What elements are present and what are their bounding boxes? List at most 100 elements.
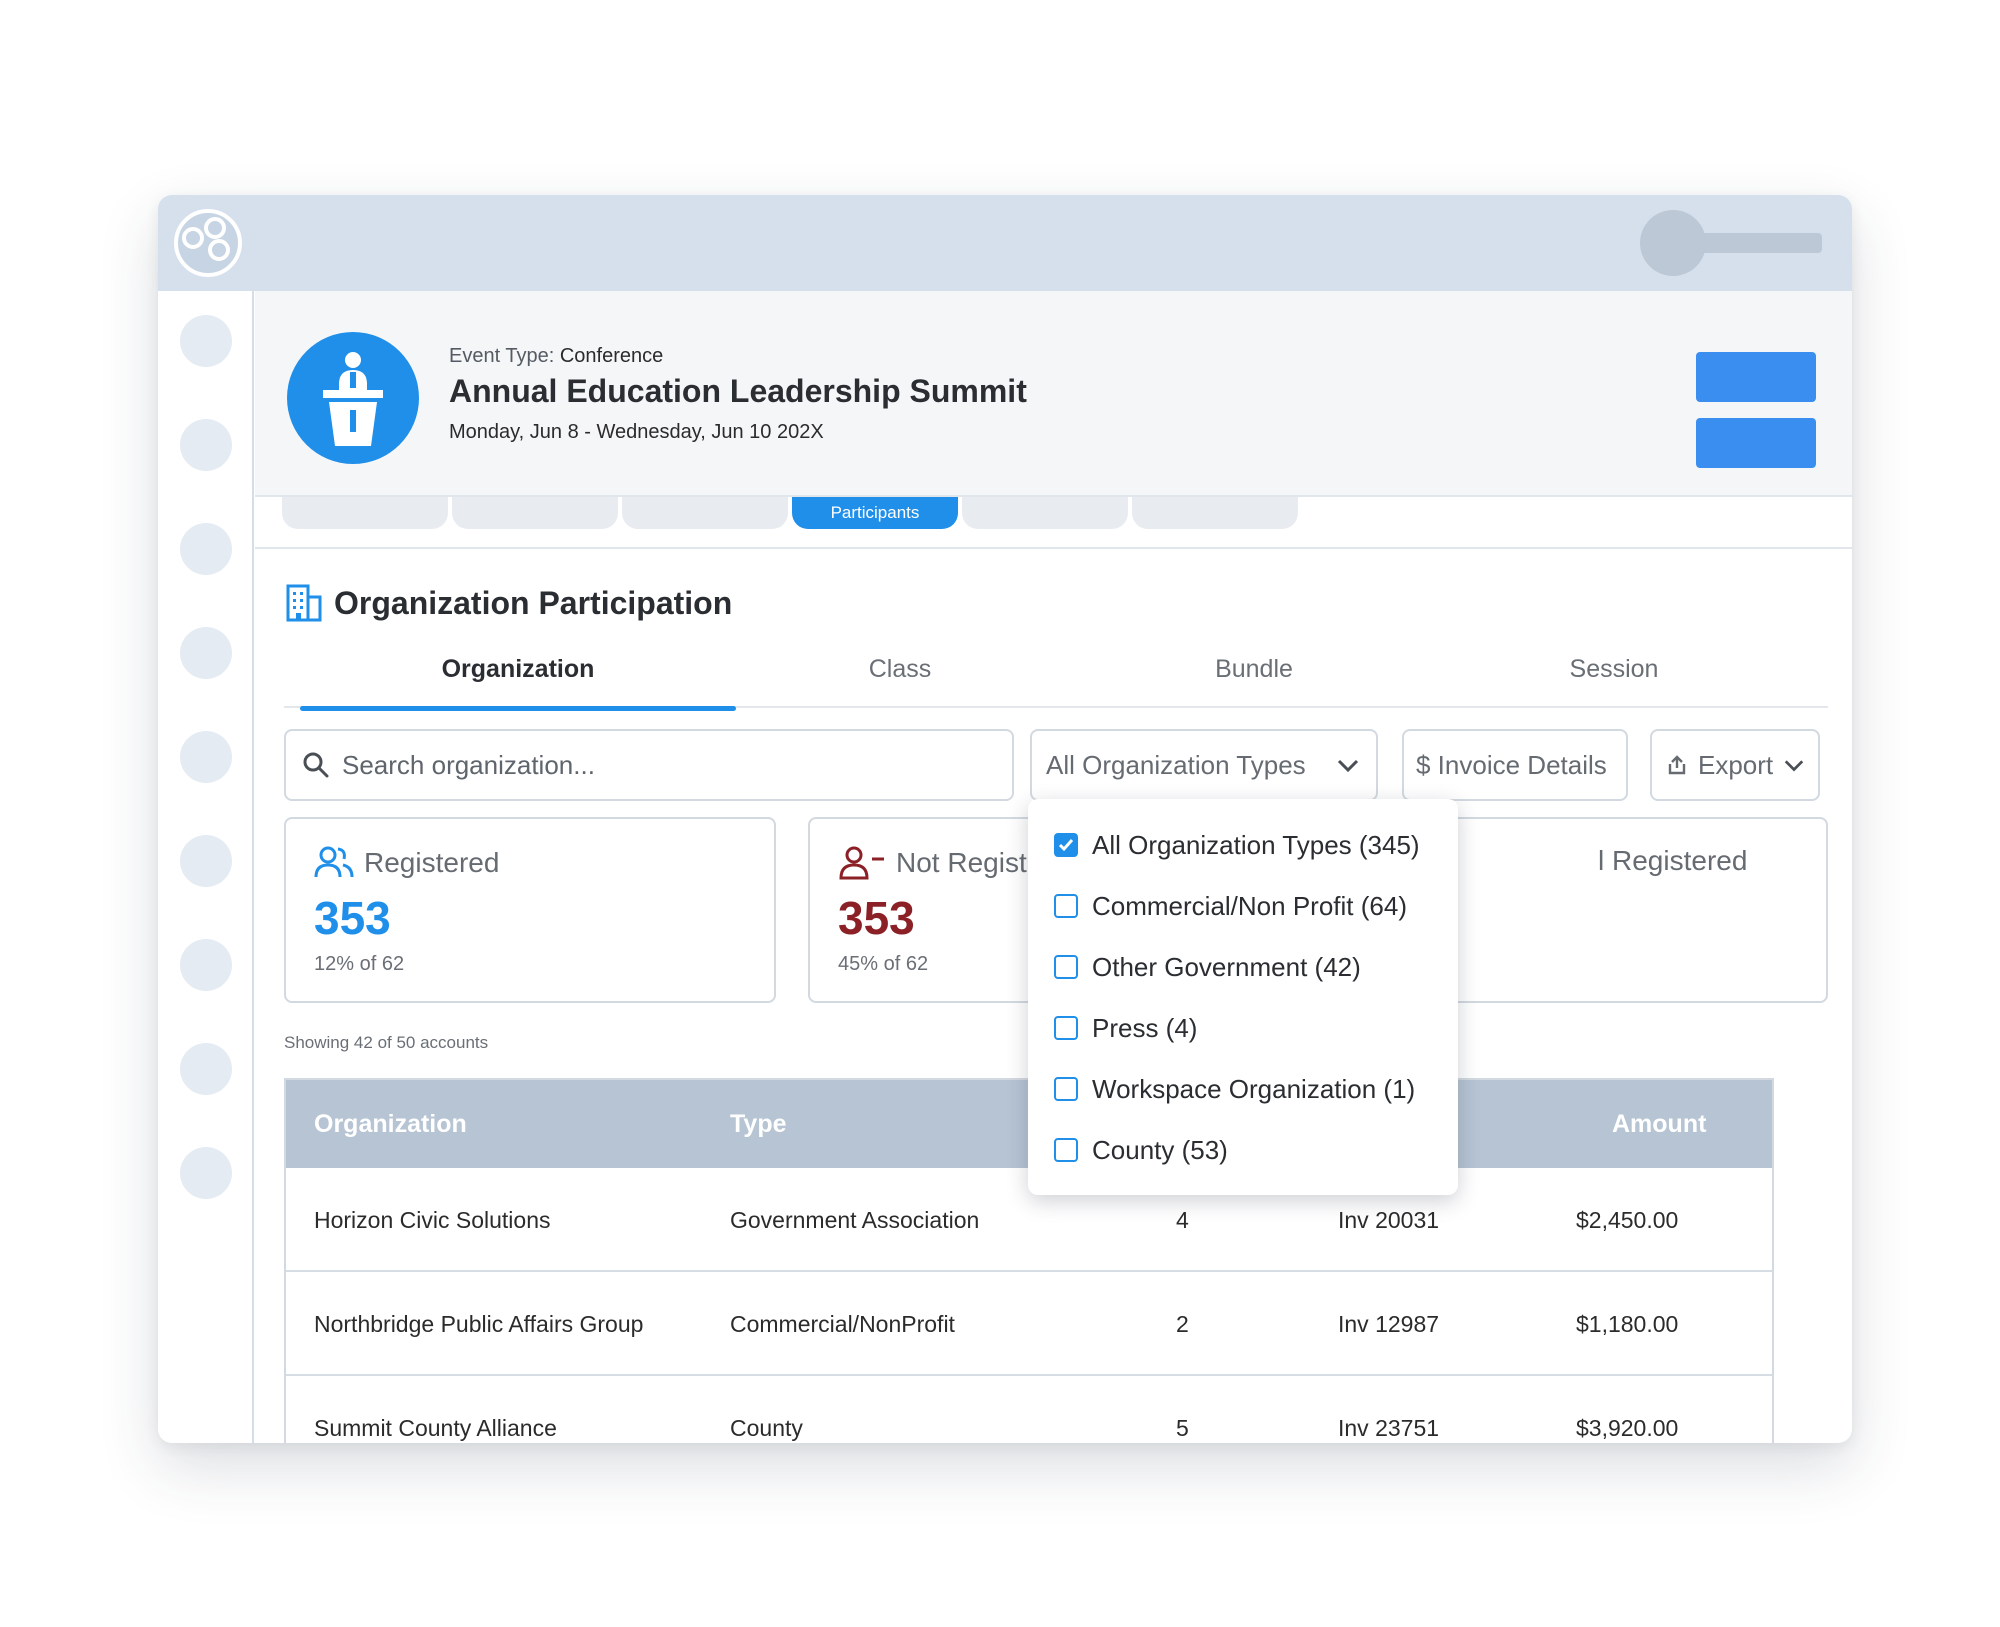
not-registered-percent: 45% of 62 — [838, 953, 929, 975]
section-title: Organization Participation — [334, 584, 733, 621]
user-name-placeholder — [1700, 233, 1822, 253]
registered-count: 353 — [314, 892, 391, 944]
cell-amount: $2,450.00 — [1576, 1206, 1679, 1233]
subtab-session[interactable]: Session — [1444, 651, 1784, 708]
org-type-option-label: Workspace Organization (1) — [1092, 1073, 1416, 1104]
building-icon — [286, 584, 322, 622]
results-count: Showing 42 of 50 accounts — [284, 1033, 489, 1052]
org-type-option-label: Other Government (42) — [1092, 951, 1361, 982]
event-header: Event Type: Conference Annual Education … — [255, 291, 1852, 497]
search-icon — [303, 752, 329, 778]
column-type[interactable]: Type — [730, 1080, 787, 1168]
org-type-option-label: Press (4) — [1092, 1012, 1198, 1043]
sidebar-item[interactable] — [180, 315, 232, 367]
cell-invoice[interactable]: Inv 23751 — [1338, 1376, 1439, 1443]
org-type-option[interactable]: Workspace Organization (1) — [1054, 1067, 1415, 1111]
sidebar-item[interactable] — [180, 939, 232, 991]
tab-placeholder[interactable] — [452, 497, 618, 529]
checkbox-checked-icon[interactable] — [1054, 833, 1078, 857]
cell-count: 2 — [1176, 1310, 1189, 1337]
sidebar-item[interactable] — [180, 835, 232, 887]
org-type-option-label: All Organization Types (345) — [1092, 829, 1420, 860]
column-amount[interactable]: Amount — [1612, 1080, 1706, 1168]
avatar[interactable] — [1640, 210, 1706, 276]
registered-percent: 12% of 62 — [314, 953, 405, 975]
sidebar-item[interactable] — [180, 1043, 232, 1095]
search-input[interactable] — [342, 749, 962, 781]
subtab-bundle[interactable]: Bundle — [1064, 651, 1444, 708]
checkbox-icon[interactable] — [1054, 955, 1078, 979]
subtab-class[interactable]: Class — [736, 651, 1064, 708]
invoice-details-button[interactable]: $ Invoice Details — [1402, 729, 1628, 801]
event-type: Event Type: Conference — [449, 345, 663, 368]
event-dates: Monday, Jun 8 - Wednesday, Jun 10 202X — [449, 421, 824, 443]
event-type-value: Conference — [559, 345, 664, 367]
org-type-option-label: Commercial/Non Profit (64) — [1092, 890, 1407, 921]
cell-organization: Summit County Alliance — [314, 1414, 557, 1441]
sidebar-item[interactable] — [180, 1147, 232, 1199]
org-type-option[interactable]: County (53) — [1054, 1128, 1228, 1172]
sidebar-item[interactable] — [180, 731, 232, 783]
checkbox-icon[interactable] — [1054, 894, 1078, 918]
checkbox-icon[interactable] — [1054, 1016, 1078, 1040]
top-bar — [158, 195, 1852, 291]
cell-type: County — [730, 1414, 803, 1441]
export-label: Export — [1698, 749, 1774, 780]
app-logo-icon[interactable] — [174, 209, 242, 277]
tab-placeholder[interactable] — [282, 497, 448, 529]
checkbox-icon[interactable] — [1054, 1138, 1078, 1162]
table-row[interactable]: Summit County Alliance County 5 Inv 2375… — [286, 1376, 1772, 1443]
sidebar — [158, 291, 254, 1443]
table-row[interactable]: Northbridge Public Affairs Group Commerc… — [286, 1272, 1772, 1376]
cell-invoice[interactable]: Inv 12987 — [1338, 1272, 1439, 1376]
header-action-button-2[interactable] — [1696, 418, 1816, 468]
cell-type: Government Association — [730, 1206, 980, 1233]
registered-label: Registered — [364, 847, 500, 878]
third-stat-label: l Registered — [1598, 845, 1748, 876]
header-divider — [255, 547, 1852, 549]
subtab-organization[interactable]: Organization — [300, 651, 736, 708]
cell-amount: $3,920.00 — [1576, 1414, 1679, 1441]
app-window: Event Type: Conference Annual Education … — [158, 195, 1852, 1443]
sidebar-item[interactable] — [180, 419, 232, 471]
not-registered-label: Not Regist — [896, 847, 1027, 878]
user-minus-icon — [839, 846, 884, 880]
chevron-down-icon — [1337, 759, 1359, 773]
org-type-option[interactable]: Press (4) — [1054, 1006, 1197, 1050]
search-box — [284, 729, 1014, 801]
tab-placeholder[interactable] — [622, 497, 788, 529]
chevron-down-icon — [1784, 760, 1804, 772]
column-organization[interactable]: Organization — [314, 1080, 467, 1168]
not-registered-count: 353 — [838, 892, 915, 944]
podium-speaker-icon — [287, 332, 419, 464]
org-type-dropdown: All Organization Types (345) Commercial/… — [1028, 799, 1458, 1195]
checkbox-icon[interactable] — [1054, 1077, 1078, 1101]
invoice-details-label: $ Invoice Details — [1416, 749, 1607, 780]
tab-participants[interactable]: Participants — [792, 497, 958, 529]
org-type-select-label: All Organization Types — [1046, 749, 1306, 780]
export-icon — [1668, 755, 1686, 775]
section-heading: Organization Participation — [284, 583, 732, 623]
cell-organization: Northbridge Public Affairs Group — [314, 1310, 644, 1337]
sidebar-item[interactable] — [180, 627, 232, 679]
cell-count: 5 — [1176, 1414, 1189, 1441]
sidebar-item[interactable] — [180, 523, 232, 575]
active-subtab-indicator — [300, 706, 736, 711]
event-type-label: Event Type: — [449, 345, 555, 367]
tab-placeholder[interactable] — [962, 497, 1128, 529]
users-icon — [314, 846, 354, 878]
cell-amount: $1,180.00 — [1576, 1310, 1679, 1337]
export-button[interactable]: Export — [1650, 729, 1820, 801]
org-type-select[interactable]: All Organization Types — [1030, 729, 1378, 801]
registered-card: Registered 353 12% of 62 — [284, 817, 776, 1003]
cell-type: Commercial/NonProfit — [730, 1310, 955, 1337]
header-action-button-1[interactable] — [1696, 352, 1816, 402]
org-type-option[interactable]: All Organization Types (345) — [1054, 823, 1420, 867]
sub-tabs: Organization Class Bundle Session — [284, 651, 1828, 711]
org-type-option-label: County (53) — [1092, 1134, 1228, 1165]
org-type-option[interactable]: Commercial/Non Profit (64) — [1054, 884, 1407, 928]
cell-organization: Horizon Civic Solutions — [314, 1206, 551, 1233]
org-type-option[interactable]: Other Government (42) — [1054, 945, 1361, 989]
tab-placeholder[interactable] — [1132, 497, 1298, 529]
event-title: Annual Education Leadership Summit — [449, 373, 1027, 409]
